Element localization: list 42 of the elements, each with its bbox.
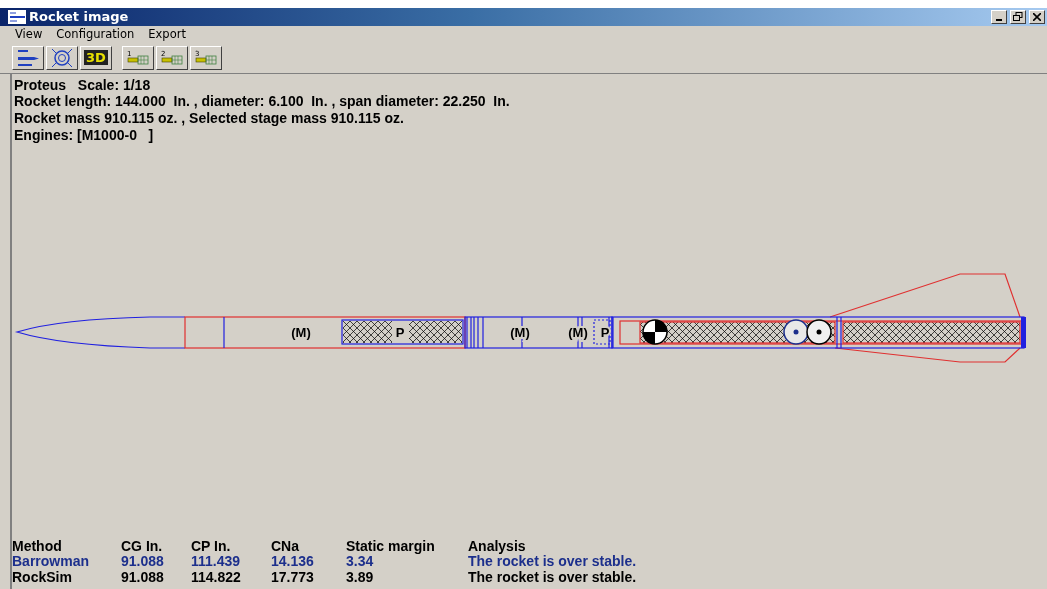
table-cell-text: The rocket is over stable.: [468, 554, 638, 570]
table-cell-text: 114.822: [191, 569, 242, 585]
menu-item[interactable]: View: [8, 27, 50, 42]
menu-item[interactable]: Configuration: [49, 27, 142, 42]
part-label: P: [395, 324, 405, 340]
table-cell-text: 17.773: [271, 569, 315, 585]
info-text: Engines: [M1000-0 ]: [14, 126, 155, 144]
part-label: (M): [568, 324, 588, 340]
toolbar-button[interactable]: [46, 46, 78, 70]
table-cell-text: 14.136: [271, 554, 315, 570]
column-header: Method: [12, 538, 63, 554]
table-cell-text: 91.088: [121, 554, 165, 570]
info-text: Rocket length: 144.000 In. , diameter: 6.100 In. , span diameter: 22.250 In.: [14, 93, 511, 111]
info-text: Rocket mass 910.115 oz. , Selected stage mass 910.115 oz.: [14, 110, 405, 127]
table-cell-text: 3.34: [346, 554, 375, 570]
column-header: CNa: [271, 538, 300, 554]
table-cell-text: 3.89: [346, 569, 375, 585]
table-cell-text: Barrowman: [12, 554, 91, 570]
table-cell-text: RockSim: [12, 569, 73, 585]
column-header: CG In.: [121, 538, 164, 554]
window-title: Rocket image: [29, 9, 130, 25]
minimize-icon: [996, 18, 1002, 21]
table-cell-text: The rocket is over stable.: [468, 569, 638, 585]
restore-button[interactable]: [1010, 9, 1026, 24]
target-icon: [51, 48, 73, 68]
column-header: CP In.: [191, 538, 232, 554]
part-label: (M): [510, 324, 530, 340]
column-header: Analysis: [468, 538, 527, 554]
menu-item[interactable]: Export: [141, 27, 193, 42]
table-cell-text: 111.439: [191, 554, 242, 570]
minimize-button[interactable]: [991, 9, 1007, 24]
close-button[interactable]: [1029, 9, 1045, 24]
toolbar-button[interactable]: [12, 46, 44, 70]
table-cell-text: 91.088: [121, 569, 165, 585]
column-header: Static margin: [346, 538, 436, 554]
app-icon: [8, 9, 26, 24]
info-text: Proteus Scale: 1/18: [14, 76, 152, 94]
close-icon: [1033, 12, 1041, 21]
part-label: (M): [291, 324, 311, 340]
restore-icon: [1013, 12, 1023, 22]
rocket-icon: [16, 49, 40, 67]
part-label: P: [600, 324, 610, 340]
